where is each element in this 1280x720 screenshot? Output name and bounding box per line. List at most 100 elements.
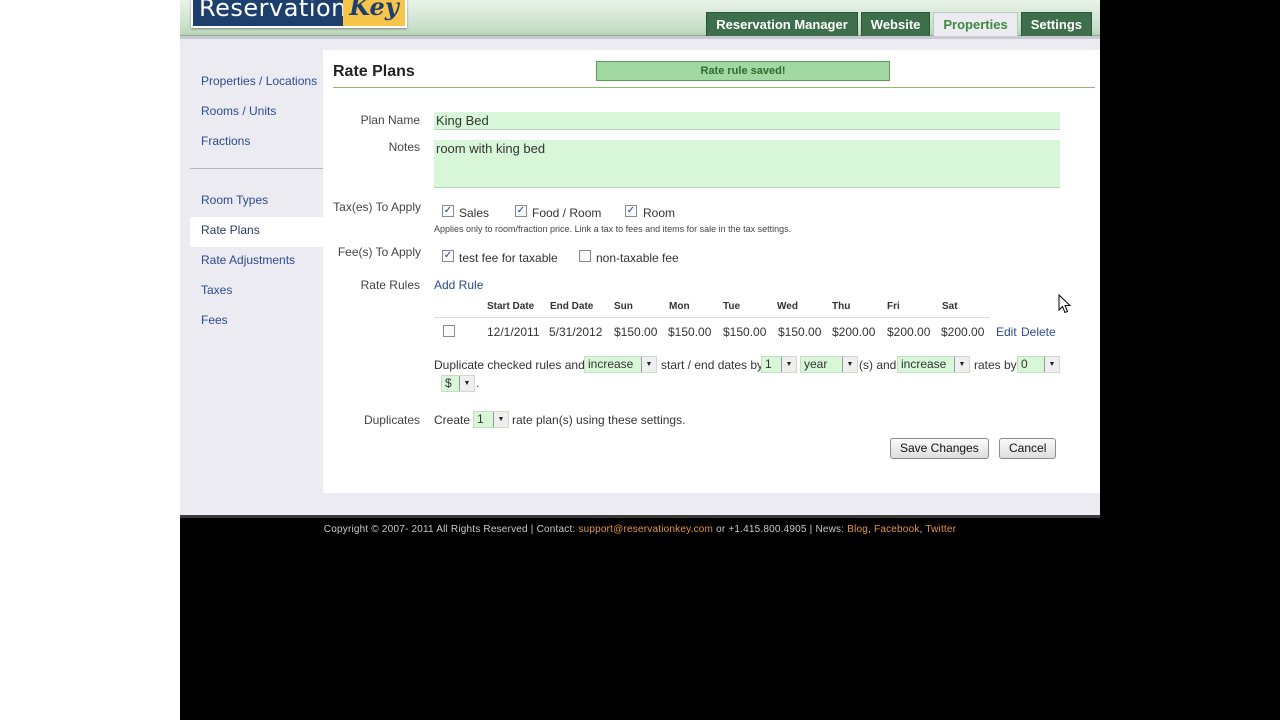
fee-non-taxable-checkbox[interactable] (579, 250, 591, 262)
taxes-label: Tax(es) To Apply (333, 200, 421, 214)
support-email-link[interactable]: support@reservationkey.com (578, 524, 713, 535)
sidebar-item-rooms-units[interactable]: Rooms / Units (190, 98, 323, 128)
check-icon: ✓ (443, 205, 453, 216)
facebook-link[interactable]: Facebook (874, 524, 920, 535)
create-text: Create (434, 413, 471, 427)
sidebar-item-room-types[interactable]: Room Types (190, 187, 323, 217)
duplicate-text-4: rates by (974, 358, 1017, 372)
content-panel: Rate Plans Rate rule saved! Plan Name No… (323, 50, 1100, 493)
edit-rule-link[interactable]: Edit (996, 325, 1017, 339)
sidebar-divider (190, 168, 323, 169)
rule-sun-rate: $150.00 (614, 325, 658, 339)
save-changes-button[interactable]: Save Changes (890, 438, 989, 459)
duplicate-rate-direction-select[interactable]: increase ▼ (897, 356, 970, 373)
column-header: Start Date (487, 301, 535, 312)
sidebar-item-fractions[interactable]: Fractions (190, 128, 323, 158)
column-header: Mon (669, 301, 690, 312)
plan-name-label: Plan Name (360, 113, 420, 127)
column-header: Sun (614, 301, 633, 312)
chevron-down-icon: ▼ (641, 357, 656, 372)
duplicate-text-1: Duplicate checked rules and (434, 358, 585, 372)
tax-room-checkbox[interactable]: ✓ (625, 205, 637, 217)
notes-textarea[interactable]: room with king bed (434, 140, 1060, 188)
tax-sales-checkbox[interactable]: ✓ (442, 205, 454, 217)
table-header-divider (434, 317, 990, 318)
tax-food-room-label: Food / Room (532, 206, 602, 220)
footer-separator: , (919, 524, 923, 535)
tab-reservation-manager[interactable]: Reservation Manager (706, 12, 858, 36)
logo[interactable]: Reservation Key (191, 0, 407, 28)
column-header: Wed (777, 301, 798, 312)
check-icon: ✓ (516, 205, 526, 216)
rule-sat-rate: $200.00 (941, 325, 985, 339)
rule-thu-rate: $200.00 (832, 325, 876, 339)
select-value: 0 (1021, 357, 1028, 371)
create-suffix-text: rate plan(s) using these settings. (512, 413, 686, 427)
copyright-text: Copyright © 2007- 2011 All Rights Reserv… (323, 524, 576, 535)
footer-separator: , (868, 524, 872, 535)
chevron-down-icon: ▼ (842, 357, 857, 372)
duplicate-rate-unit-select[interactable]: $ ▼ (441, 375, 475, 392)
tax-sales-label: Sales (459, 206, 490, 220)
check-icon: ✓ (626, 205, 636, 216)
rule-tue-rate: $150.00 (723, 325, 767, 339)
rule-row-checkbox[interactable] (443, 325, 455, 337)
main-nav: Reservation Manager Website Properties S… (706, 12, 1092, 36)
duplicate-text-2: start / end dates by (661, 358, 764, 372)
rule-end-date: 5/31/2012 (549, 325, 603, 339)
phone-text: or +1.415.800.4905 | News: (716, 524, 845, 535)
tab-settings[interactable]: Settings (1020, 12, 1092, 36)
tax-room-label: Room (643, 206, 676, 220)
chevron-down-icon: ▼ (954, 357, 969, 372)
duplicate-rate-amount-select[interactable]: 0 ▼ (1017, 356, 1060, 373)
mouse-pointer-icon (1058, 294, 1072, 314)
fee-taxable-checkbox[interactable]: ✓ (442, 250, 454, 262)
logo-word-reservation: Reservation (199, 0, 347, 22)
sidebar-item-rate-plans[interactable]: Rate Plans (190, 217, 323, 247)
column-header: Fri (887, 301, 900, 312)
header-divider (180, 36, 1100, 39)
plan-name-input[interactable] (434, 112, 1060, 130)
chevron-down-icon: ▼ (459, 376, 474, 391)
rule-start-date: 12/1/2011 (487, 325, 540, 339)
left-margin (0, 0, 180, 720)
cancel-button[interactable]: Cancel (999, 438, 1057, 459)
notes-label: Notes (388, 140, 420, 154)
check-icon: ✓ (443, 250, 453, 261)
sidebar-item-rate-adjustments[interactable]: Rate Adjustments (190, 247, 323, 277)
fees-label: Fee(s) To Apply (337, 245, 421, 259)
duplicate-date-direction-select[interactable]: increase ▼ (584, 356, 657, 373)
select-value: $ (445, 376, 452, 390)
chevron-down-icon: ▼ (493, 412, 508, 427)
select-value: increase (588, 357, 634, 371)
rate-rules-label: Rate Rules (360, 278, 420, 292)
tab-website[interactable]: Website (860, 12, 931, 36)
create-count-select[interactable]: 1 ▼ (473, 411, 509, 428)
fee-taxable-label: test fee for taxable (459, 251, 558, 265)
rule-mon-rate: $150.00 (668, 325, 712, 339)
sidebar-item-taxes[interactable]: Taxes (190, 277, 323, 307)
sidebar-item-fees[interactable]: Fees (190, 307, 323, 337)
column-header: Sat (942, 301, 958, 312)
duplicate-text-3: (s) and (859, 358, 897, 372)
select-value: 1 (765, 357, 772, 371)
delete-rule-link[interactable]: Delete (1021, 325, 1056, 339)
tab-properties[interactable]: Properties (933, 12, 1018, 36)
logo-word-key: Key (343, 0, 405, 26)
twitter-link[interactable]: Twitter (925, 524, 956, 535)
select-value: year (804, 357, 828, 371)
duplicate-date-unit-select[interactable]: year ▼ (800, 356, 858, 373)
chevron-down-icon: ▼ (781, 357, 796, 372)
tax-food-room-checkbox[interactable]: ✓ (515, 205, 527, 217)
select-value: 1 (477, 412, 484, 426)
page-title: Rate Plans (333, 63, 415, 80)
duplicate-date-amount-select[interactable]: 1 ▼ (761, 356, 797, 373)
title-divider (333, 87, 1095, 88)
footer-divider (180, 515, 1100, 518)
taxes-hint: Applies only to room/fraction price. Lin… (434, 224, 792, 234)
sidebar-item-properties-locations[interactable]: Properties / Locations (190, 68, 323, 98)
saved-notification: Rate rule saved! (596, 61, 890, 81)
add-rule-link[interactable]: Add Rule (434, 278, 483, 292)
column-header: Thu (832, 301, 851, 312)
blog-link[interactable]: Blog (847, 524, 868, 535)
